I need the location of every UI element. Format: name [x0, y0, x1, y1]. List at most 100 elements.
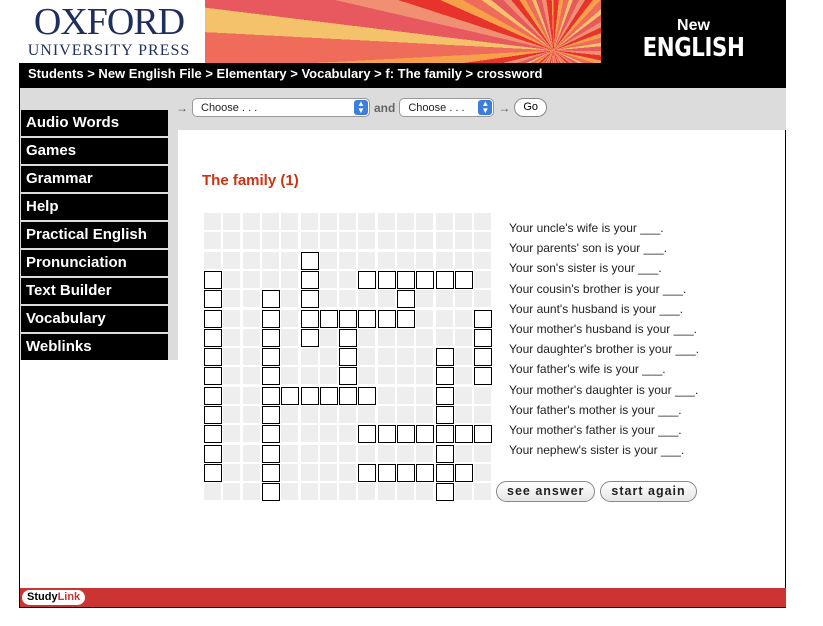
clue: Your mother's husband is your ___.: [509, 322, 697, 337]
crossword-input-cell[interactable]: [474, 348, 493, 367]
see-answer-button[interactable]: see answer: [496, 481, 596, 502]
crossword-input-cell[interactable]: [261, 309, 280, 328]
crossword-input-cell[interactable]: [300, 309, 319, 328]
crossword-input-cell[interactable]: [454, 463, 473, 482]
crossword-input-cell[interactable]: [261, 348, 280, 367]
crossword-input-cell[interactable]: [261, 425, 280, 444]
crossword-blank-cell: [242, 463, 260, 481]
crossword-input-cell[interactable]: [416, 425, 435, 444]
go-button[interactable]: Go: [514, 98, 548, 117]
select-section[interactable]: Choose . . . ▲ ▼: [399, 98, 495, 117]
crossword-input-cell[interactable]: [261, 406, 280, 424]
crossword-input-cell[interactable]: [204, 270, 222, 289]
crossword-input-cell[interactable]: [454, 270, 473, 289]
crossword-input-cell[interactable]: [204, 406, 222, 424]
start-again-button[interactable]: start again: [600, 481, 697, 502]
crossword-input-cell[interactable]: [377, 463, 396, 482]
sidebar-item-pronunciation[interactable]: Pronunciation: [21, 250, 168, 276]
crossword-input-cell[interactable]: [435, 444, 454, 463]
crossword-input-cell[interactable]: [377, 309, 396, 328]
crossword-input-cell[interactable]: [358, 463, 377, 482]
crossword-input-cell[interactable]: [300, 270, 319, 289]
crossword-input-cell[interactable]: [397, 270, 415, 289]
crossword-input-cell[interactable]: [261, 483, 280, 502]
crossword-input-cell[interactable]: [204, 386, 222, 405]
crossword-blank-cell: [319, 463, 337, 481]
crossword-input-cell[interactable]: [300, 290, 319, 309]
crossword-input-cell[interactable]: [339, 386, 358, 405]
crossword-input-cell[interactable]: [454, 425, 473, 444]
crossword-input-cell[interactable]: [319, 309, 338, 328]
select-unit[interactable]: Choose . . . ▲ ▼: [192, 98, 370, 117]
crossword-input-cell[interactable]: [435, 367, 454, 386]
crossword-input-cell[interactable]: [358, 386, 377, 405]
crossword-input-cell[interactable]: [339, 348, 358, 367]
crossword-input-cell[interactable]: [397, 309, 415, 328]
crossword-input-cell[interactable]: [397, 425, 415, 444]
sidebar-item-audio-words[interactable]: Audio Words: [21, 110, 168, 136]
crossword-input-cell[interactable]: [261, 290, 280, 309]
crossword-blank-cell: [416, 348, 434, 366]
crossword-blank-cell: [223, 213, 241, 230]
crossword-input-cell[interactable]: [204, 463, 222, 482]
crossword-input-cell[interactable]: [435, 386, 454, 405]
crossword-blank-cell: [261, 213, 279, 230]
crossword-blank-cell: [242, 425, 260, 443]
crossword-input-cell[interactable]: [358, 270, 377, 289]
sidebar-item-vocabulary[interactable]: Vocabulary: [21, 306, 168, 332]
crossword-input-cell[interactable]: [435, 348, 454, 367]
crossword-input-cell[interactable]: [435, 425, 454, 444]
crossword-input-cell[interactable]: [204, 367, 222, 386]
crossword-input-cell[interactable]: [339, 328, 358, 347]
crossword-input-cell[interactable]: [397, 290, 415, 309]
crossword-input-cell[interactable]: [416, 270, 435, 289]
crossword-input-cell[interactable]: [474, 328, 493, 347]
crossword-input-cell[interactable]: [358, 425, 377, 444]
crossword-input-cell[interactable]: [261, 444, 280, 463]
crossword-input-cell[interactable]: [435, 406, 454, 424]
crossword-input-cell[interactable]: [435, 270, 454, 289]
crossword-input-cell[interactable]: [261, 328, 280, 347]
crossword-input-cell[interactable]: [300, 251, 319, 270]
crossword-input-cell[interactable]: [397, 463, 415, 482]
crossword-input-cell[interactable]: [261, 386, 280, 405]
crossword-blank-cell: [416, 328, 434, 346]
crossword-input-cell[interactable]: [358, 309, 377, 328]
crossword-input-cell[interactable]: [474, 425, 493, 444]
sidebar-item-weblinks[interactable]: Weblinks: [21, 334, 168, 360]
crossword-blank-cell: [242, 251, 260, 269]
sidebar-item-text-builder[interactable]: Text Builder: [21, 278, 168, 304]
crossword-input-cell[interactable]: [339, 309, 358, 328]
studylink-logo[interactable]: StudyLink: [22, 590, 86, 605]
crossword-input-cell[interactable]: [319, 386, 338, 405]
crossword-input-cell[interactable]: [377, 425, 396, 444]
crossword-input-cell[interactable]: [281, 386, 300, 405]
crossword-input-cell[interactable]: [435, 463, 454, 482]
crossword-input-cell[interactable]: [204, 309, 222, 328]
crossword-input-cell[interactable]: [300, 328, 319, 347]
crossword-input-cell[interactable]: [261, 367, 280, 386]
crossword-input-cell[interactable]: [204, 290, 222, 309]
oxford-logo: OXFORD UNIVERSITY PRESS: [19, 3, 199, 60]
crossword-input-cell[interactable]: [204, 444, 222, 463]
crossword-blank-cell: [242, 213, 260, 230]
crossword-input-cell[interactable]: [474, 309, 493, 328]
crossword-blank-cell: [319, 444, 337, 462]
crossword-input-cell[interactable]: [204, 328, 222, 347]
crossword-input-cell[interactable]: [416, 463, 435, 482]
crossword-input-cell[interactable]: [435, 483, 454, 502]
sidebar-item-help[interactable]: Help: [21, 194, 168, 220]
crossword-input-cell[interactable]: [339, 367, 358, 386]
crossword-blank-cell: [474, 463, 492, 481]
crossword-input-cell[interactable]: [261, 463, 280, 482]
crossword-blank-cell: [339, 406, 357, 423]
crossword-input-cell[interactable]: [474, 367, 493, 386]
crossword-input-cell[interactable]: [204, 348, 222, 367]
crossword-input-cell[interactable]: [204, 425, 222, 444]
crossword-input-cell[interactable]: [300, 386, 319, 405]
crossword-blank-cell: [474, 386, 492, 404]
crossword-input-cell[interactable]: [377, 270, 396, 289]
sidebar-item-grammar[interactable]: Grammar: [21, 166, 168, 192]
sidebar-item-practical-english[interactable]: Practical English: [21, 222, 168, 248]
sidebar-item-games[interactable]: Games: [21, 138, 168, 164]
